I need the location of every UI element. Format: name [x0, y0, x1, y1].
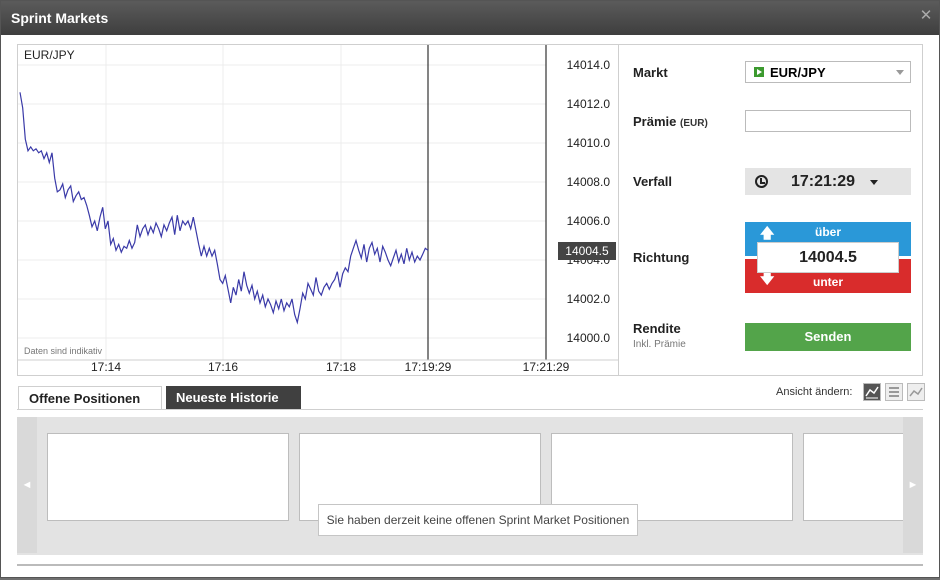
view-graph-icon[interactable]	[907, 383, 925, 401]
position-slot	[803, 433, 907, 521]
expiry-select[interactable]: 17:21:29	[745, 168, 911, 195]
y-tick-label: 14008.0	[567, 175, 611, 189]
direction-strike-value: 14004.5	[757, 242, 899, 273]
view-list-icon[interactable]	[885, 383, 903, 401]
return-label: Rendite	[633, 321, 681, 336]
caret-down-icon	[870, 180, 878, 185]
tab-recent-history[interactable]: Neueste Historie	[166, 386, 301, 410]
empty-positions-message: Sie haben derzeit keine offenen Sprint M…	[318, 504, 638, 536]
y-tick-label: 14012.0	[567, 97, 611, 111]
dialog-content: 14014.0 14012.0 14010.0 14008.0 14006.0 14004…	[1, 35, 939, 577]
x-tick-label: 17:18	[326, 360, 356, 374]
trade-form: Markt EUR/JPY Prämie (EUR) Verfall 17:21…	[619, 44, 923, 376]
chart-symbol: EUR/JPY	[24, 48, 75, 62]
positions-panel: ◄ ► Sie haben derzeit keine offenen Spri…	[17, 417, 923, 555]
price-chart: 14014.0 14012.0 14010.0 14008.0 14006.0 14004…	[17, 44, 620, 376]
y-tick-label: 14006.0	[567, 214, 611, 228]
tabs-divider	[17, 409, 923, 410]
market-flag-icon	[754, 67, 764, 77]
x-tick-label: 17:16	[208, 360, 238, 374]
y-tick-label: 14002.0	[567, 292, 611, 306]
price-series-line	[19, 92, 429, 325]
x-tick-label: 17:21:29	[523, 360, 570, 374]
scroll-right-arrow[interactable]: ►	[903, 417, 923, 553]
y-tick-label: 14014.0	[567, 58, 611, 72]
current-price-label: 14004.5	[565, 244, 609, 258]
expiry-time: 17:21:29	[791, 173, 856, 190]
premium-unit: (EUR)	[680, 118, 708, 129]
title-bar[interactable]: Sprint Markets ✕	[1, 1, 939, 35]
premium-label: Prämie (EUR)	[633, 114, 708, 129]
send-button[interactable]: Senden	[745, 323, 911, 351]
clock-icon	[755, 175, 768, 188]
direction-down-label: unter	[813, 275, 843, 289]
bottom-divider	[17, 564, 923, 566]
tab-open-positions[interactable]: Offene Positionen	[18, 386, 162, 410]
x-tick-label: 17:19:29	[405, 360, 452, 374]
scroll-left-arrow[interactable]: ◄	[17, 417, 37, 553]
market-value: EUR/JPY	[770, 65, 826, 80]
expiry-label: Verfall	[633, 174, 673, 189]
chevron-down-icon	[896, 70, 904, 75]
premium-input[interactable]	[745, 110, 911, 132]
y-tick-label: 14000.0	[567, 331, 611, 345]
window-title: Sprint Markets	[11, 10, 109, 26]
return-sublabel: Inkl. Prämie	[633, 339, 686, 350]
direction-label: Richtung	[633, 250, 690, 265]
premium-label-text: Prämie	[633, 114, 677, 129]
change-view-label: Ansicht ändern:	[776, 386, 853, 398]
price-chart-svg: 14014.0 14012.0 14010.0 14008.0 14006.0 14004…	[18, 45, 620, 374]
position-slot	[47, 433, 289, 521]
market-select[interactable]: EUR/JPY	[745, 61, 911, 83]
chart-disclaimer: Daten sind indikativ	[24, 346, 103, 356]
view-chart-icon[interactable]	[863, 383, 881, 401]
sprint-markets-dialog: Sprint Markets ✕ 14014.0 14012.0 14010.0 14…	[0, 0, 940, 578]
direction-up-label: über	[814, 225, 841, 239]
y-tick-label: 14010.0	[567, 136, 611, 150]
close-icon[interactable]: ✕	[919, 8, 933, 23]
x-tick-label: 17:14	[91, 360, 121, 374]
market-label: Markt	[633, 65, 668, 80]
